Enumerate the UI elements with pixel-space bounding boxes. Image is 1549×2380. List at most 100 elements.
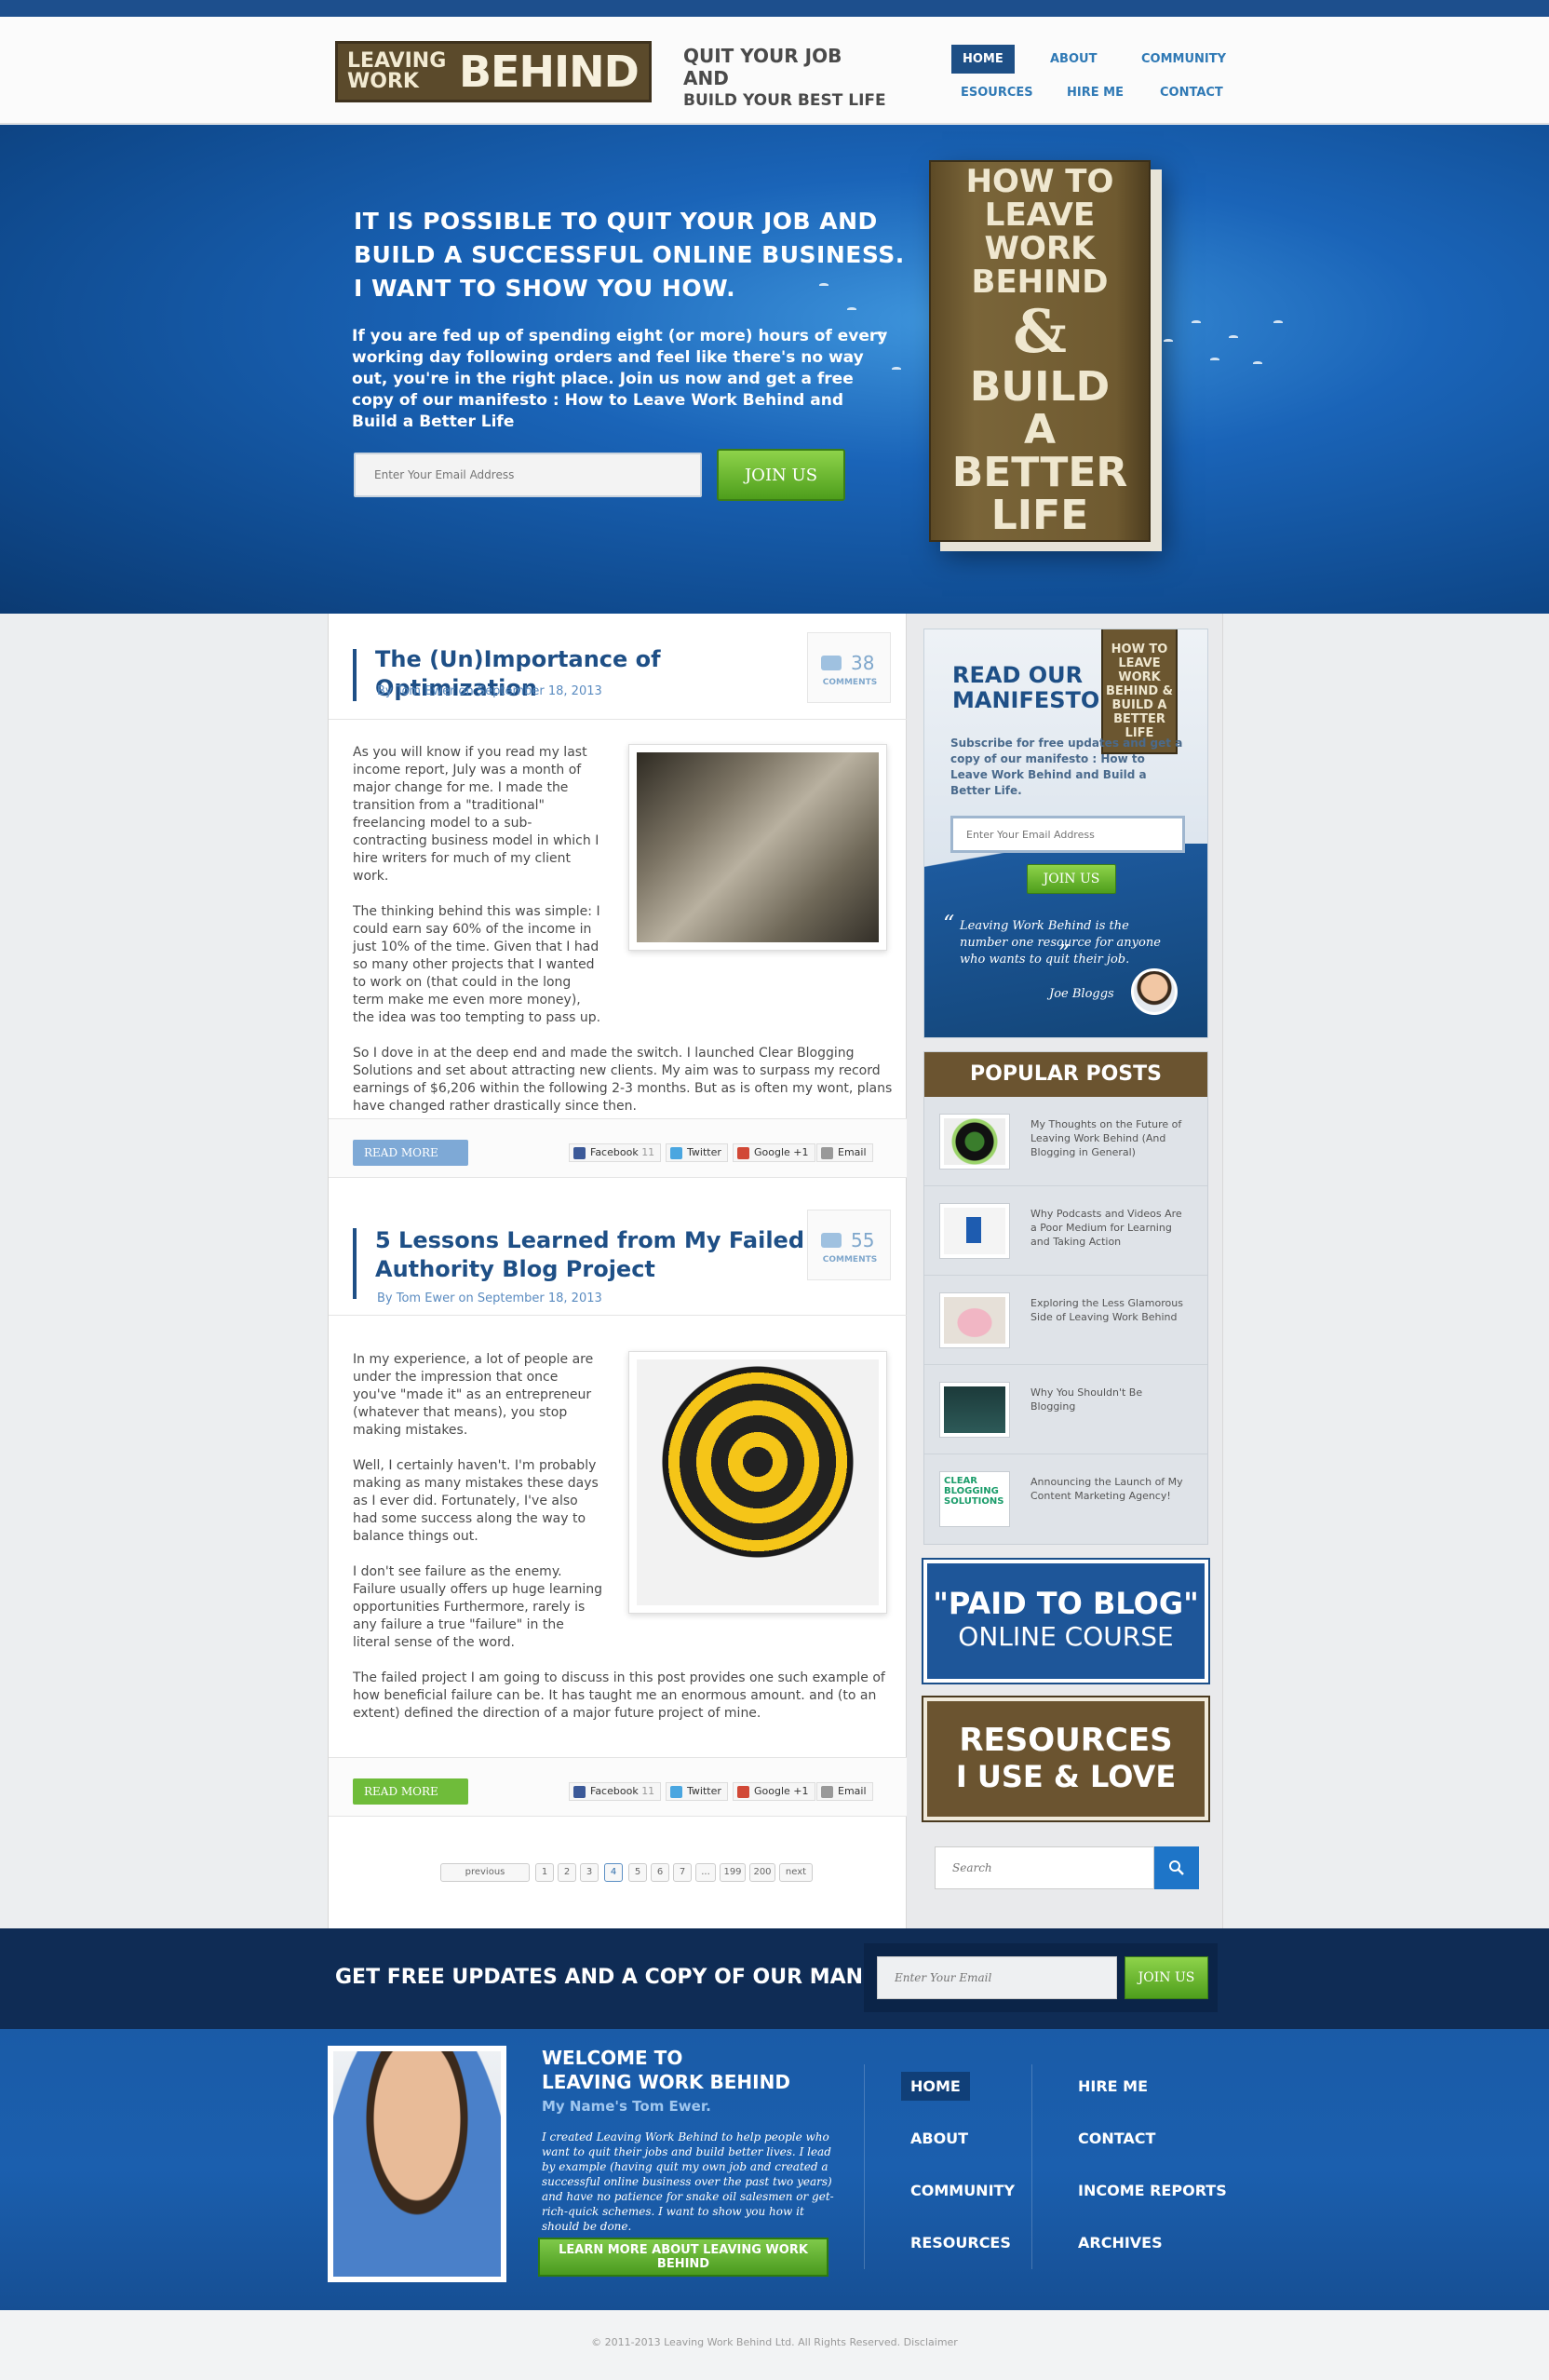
popular-post-item[interactable]: My Thoughts on the Future of Leaving Wor…	[924, 1097, 1207, 1186]
footer-nav-about[interactable]: ABOUT	[901, 2124, 977, 2153]
post-1-paragraph-1: As you will know if you read my last inc…	[353, 745, 599, 884]
tagline-line-1: QUIT YOUR JOB AND	[683, 45, 842, 89]
pagination-previous[interactable]: previous	[440, 1863, 530, 1882]
post-1-image[interactable]	[628, 744, 887, 951]
pagination-page[interactable]: 2	[558, 1863, 576, 1882]
resources-banner[interactable]: RESOURCES I USE & LOVE	[922, 1696, 1210, 1822]
logo-small-text: LEAVING WORK	[347, 49, 447, 93]
paid-to-blog-banner[interactable]: "PAID TO BLOG" ONLINE COURSE	[922, 1558, 1210, 1684]
footer-nav-resources[interactable]: RESOURCES	[901, 2228, 1020, 2257]
newsletter-email-input[interactable]	[877, 1956, 1117, 1999]
popular-post-item[interactable]: Why You Shouldn't Be Blogging	[924, 1365, 1207, 1454]
book-title-line-2: WORK BEHIND	[971, 230, 1109, 301]
email-icon	[821, 1147, 833, 1159]
pagination-page[interactable]: 7	[673, 1863, 692, 1882]
newsletter-join-button[interactable]: JOIN US	[1125, 1956, 1208, 1999]
post-1-footer: READ MORE Facebook 11 Twitter Google +1 …	[329, 1118, 908, 1178]
nav-hire-me[interactable]: HIRE ME	[1056, 78, 1135, 107]
pagination-page[interactable]: 5	[628, 1863, 647, 1882]
testimonial-avatar	[1131, 968, 1178, 1015]
footer-nav-contact[interactable]: CONTACT	[1069, 2124, 1165, 2153]
post-1-header: The (Un)Importance of Optimization By To…	[329, 614, 908, 720]
email-share-button[interactable]: Email	[816, 1143, 873, 1162]
clear-blogging-logo: CLEAR BLOGGING SOLUTIONS	[944, 1476, 1004, 1507]
post-1-meta: By Tom Ewer on September 18, 2013	[377, 684, 602, 698]
site-logo[interactable]: LEAVING WORK BEHIND	[335, 41, 652, 102]
post-2-title[interactable]: 5 Lessons Learned from My Failed Authori…	[375, 1226, 813, 1284]
pagination-page[interactable]: 200	[749, 1863, 775, 1882]
nav-community[interactable]: COMMUNITY	[1130, 45, 1237, 74]
post-2-read-more-button[interactable]: READ MORE	[353, 1778, 468, 1805]
manifesto-join-button[interactable]: JOIN US	[1027, 864, 1116, 894]
pagination-next[interactable]: next	[779, 1863, 813, 1882]
twitter-icon	[670, 1147, 682, 1159]
author-photo	[328, 2046, 506, 2282]
site-header: LEAVING WORK BEHIND QUIT YOUR JOB AND BU…	[0, 17, 1549, 124]
manifesto-email-input[interactable]	[950, 816, 1185, 853]
google-plus-button[interactable]: Google +1	[733, 1782, 815, 1801]
footer-nav-hire-me[interactable]: HIRE ME	[1069, 2072, 1157, 2101]
facebook-share-button[interactable]: Facebook 11	[569, 1782, 662, 1801]
nav-home[interactable]: HOME	[951, 45, 1015, 74]
nav-about[interactable]: ABOUT	[1039, 45, 1108, 74]
newsletter-title: GET FREE UPDATES AND A COPY OF OUR MANIF…	[335, 1966, 945, 1989]
pagination-page[interactable]: 199	[720, 1863, 746, 1882]
popular-post-thumb: CLEAR BLOGGING SOLUTIONS	[939, 1471, 1010, 1527]
resources-banner-line-1: RESOURCES	[959, 1722, 1173, 1759]
facebook-icon	[573, 1147, 586, 1159]
learn-more-button[interactable]: LEARN MORE ABOUT LEAVING WORK BEHIND	[538, 2238, 828, 2277]
email-share-button[interactable]: Email	[816, 1782, 873, 1801]
footer-nav-divider	[1031, 2064, 1032, 2269]
nav-contact[interactable]: CONTACT	[1149, 78, 1234, 107]
footer-nav-community[interactable]: COMMUNITY	[901, 2176, 1024, 2205]
twitter-icon	[670, 1786, 682, 1798]
footer-about-text: I created Leaving Work Behind to help pe…	[542, 2130, 834, 2233]
book-title-line-4: BETTER LIFE	[951, 449, 1128, 539]
email-label: Email	[838, 1785, 867, 1797]
footer-nav-divider	[864, 2064, 865, 2269]
facebook-share-button[interactable]: Facebook 11	[569, 1143, 662, 1162]
popular-post-item[interactable]: CLEAR BLOGGING SOLUTIONS Announcing the …	[924, 1454, 1207, 1544]
popular-post-item[interactable]: Why Podcasts and Videos Are a Poor Mediu…	[924, 1186, 1207, 1276]
newsletter-form: JOIN US	[864, 1943, 1218, 2012]
pagination-current-page[interactable]: 4	[604, 1863, 623, 1882]
footer-nav-home[interactable]: HOME	[901, 2072, 970, 2101]
manifesto-book-image[interactable]: HOW TO LEAVE WORK BEHIND & BUILD A BETTE…	[929, 160, 1151, 542]
post-1-comments-box[interactable]: 38 COMMENTS	[807, 632, 891, 703]
email-icon	[821, 1786, 833, 1798]
post-2-comments-box[interactable]: 55 COMMENTS	[807, 1210, 891, 1280]
logo-big-text: BEHIND	[459, 47, 640, 97]
nav-resources[interactable]: ESOURCES	[950, 78, 1044, 107]
hero-title: IT IS POSSIBLE TO QUIT YOUR JOB AND BUIL…	[354, 205, 912, 305]
post-2-image[interactable]	[628, 1351, 887, 1614]
hero-banner: IT IS POSSIBLE TO QUIT YOUR JOB AND BUIL…	[0, 125, 1549, 614]
main-nav: HOME ABOUT COMMUNITY ESOURCES HIRE ME CO…	[950, 39, 1247, 114]
comment-icon	[821, 1233, 842, 1248]
popular-post-thumb	[939, 1292, 1010, 1348]
google-plus-button[interactable]: Google +1	[733, 1143, 815, 1162]
twitter-share-button[interactable]: Twitter	[666, 1143, 728, 1162]
popular-posts-title: POPULAR POSTS	[924, 1052, 1207, 1097]
quote-open-icon: “	[943, 911, 955, 937]
search-input[interactable]	[935, 1846, 1154, 1889]
twitter-share-button[interactable]: Twitter	[666, 1782, 728, 1801]
pagination-page[interactable]: 6	[651, 1863, 669, 1882]
book-title-line-1: HOW TO LEAVE	[965, 163, 1114, 234]
facebook-icon	[573, 1786, 586, 1798]
hero-join-button[interactable]: JOIN US	[717, 449, 845, 501]
hero-email-input[interactable]	[354, 453, 702, 497]
popular-post-thumb	[939, 1203, 1010, 1259]
email-label: Email	[838, 1146, 867, 1158]
hero-title-line-3: I WANT TO SHOW YOU HOW.	[354, 275, 736, 302]
pagination-page[interactable]: 3	[580, 1863, 599, 1882]
search-button[interactable]	[1154, 1846, 1199, 1889]
money-image	[637, 752, 879, 942]
popular-post-item[interactable]: Exploring the Less Glamorous Side of Lea…	[924, 1276, 1207, 1365]
post-2-footer: READ MORE Facebook 11 Twitter Google +1 …	[329, 1757, 908, 1817]
footer-nav-income-reports[interactable]: INCOME REPORTS	[1069, 2176, 1236, 2205]
site-tagline: QUIT YOUR JOB AND BUILD YOUR BEST LIFE	[683, 45, 888, 110]
post-1-read-more-button[interactable]: READ MORE	[353, 1140, 468, 1166]
post-title-bar	[353, 649, 357, 701]
pagination-page[interactable]: 1	[535, 1863, 554, 1882]
footer-nav-archives[interactable]: ARCHIVES	[1069, 2228, 1172, 2257]
